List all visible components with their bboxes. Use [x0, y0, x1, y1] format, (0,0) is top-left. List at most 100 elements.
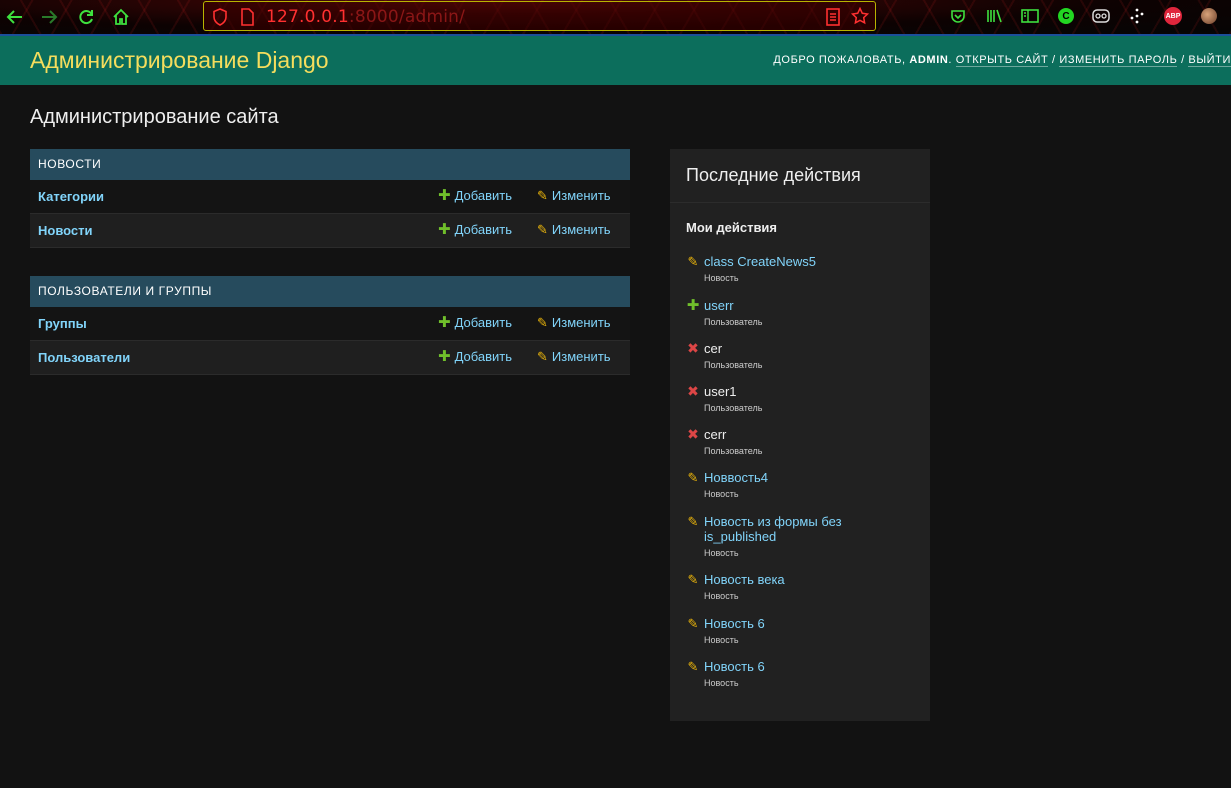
- action-content-type: Пользователь: [704, 403, 763, 413]
- separator: /: [1181, 54, 1185, 66]
- browser-toolbar: 127.0.0.1:8000/admin/ C ABP: [0, 0, 1231, 34]
- adblock-button[interactable]: ABP: [1163, 6, 1183, 26]
- change-label: Изменить: [551, 188, 611, 203]
- home-button[interactable]: [110, 6, 132, 28]
- model-link[interactable]: Новости: [38, 223, 93, 238]
- page-title: Администрирование сайта: [30, 106, 279, 128]
- action-content-type: Новость: [704, 273, 739, 283]
- action-object-link[interactable]: userr: [704, 298, 864, 313]
- shield-icon[interactable]: [212, 8, 228, 26]
- add-link[interactable]: ✚ Добавить: [438, 188, 512, 203]
- add-link[interactable]: ✚ Добавить: [438, 349, 512, 364]
- model-link[interactable]: Пользователи: [38, 350, 130, 365]
- profile-button[interactable]: [1199, 6, 1219, 26]
- change-link[interactable]: ✎ Изменить: [537, 222, 611, 237]
- module-caption[interactable]: Пользователи и группы: [30, 276, 630, 307]
- pencil-icon: ✎: [687, 572, 699, 587]
- delete-icon: ✖: [687, 340, 699, 356]
- reload-icon: [79, 10, 93, 25]
- mask-icon: [1092, 9, 1110, 23]
- address-bar[interactable]: 127.0.0.1:8000/admin/: [203, 1, 876, 31]
- action-object-link[interactable]: class CreateNews5: [704, 254, 864, 269]
- app-module-auth: Пользователи и группы Группы ✚ Добавить ✎…: [30, 276, 630, 375]
- change-label: Изменить: [551, 315, 611, 330]
- plus-icon: ✚: [438, 314, 451, 331]
- url-path: :8000/admin/: [348, 7, 466, 27]
- action-object-text: cerr: [704, 427, 727, 442]
- action-content-type: Новость: [704, 591, 739, 601]
- adblock-icon: ABP: [1164, 7, 1182, 25]
- pencil-icon: ✎: [687, 470, 699, 485]
- dots-extension-button[interactable]: [1127, 6, 1147, 26]
- pencil-icon: ✎: [537, 349, 548, 364]
- plus-icon: ✚: [438, 348, 451, 365]
- recent-actions-panel: Последние действия Мои действия ✎ class …: [670, 149, 930, 721]
- pencil-icon: ✎: [687, 254, 699, 269]
- change-label: Изменить: [551, 349, 611, 364]
- site-branding[interactable]: Администрирование Django: [30, 47, 329, 74]
- page-info-icon[interactable]: [240, 8, 254, 26]
- pencil-icon: ✎: [537, 222, 548, 237]
- forward-button[interactable]: [38, 6, 60, 28]
- dots-extension-icon: [1130, 8, 1144, 24]
- back-button[interactable]: [4, 6, 26, 28]
- action-object-text: cer: [704, 341, 723, 356]
- add-label: Добавить: [454, 315, 513, 330]
- action-content-type: Новость: [704, 489, 739, 499]
- bookmark-star-icon[interactable]: [851, 7, 869, 25]
- add-link[interactable]: ✚ Добавить: [438, 222, 512, 237]
- action-content-type: Пользователь: [704, 317, 763, 327]
- library-button[interactable]: [985, 6, 1005, 26]
- action-content-type: Новость: [704, 548, 739, 558]
- action-object-link[interactable]: Новость века: [704, 572, 864, 587]
- action-object-link[interactable]: Новость из формы без is_published: [704, 514, 854, 544]
- extension-c-icon: C: [1058, 8, 1074, 24]
- plus-icon: ✚: [438, 187, 451, 204]
- change-label: Изменить: [551, 222, 611, 237]
- home-icon: [113, 8, 129, 25]
- action-object-link[interactable]: Новость 6: [704, 659, 864, 674]
- model-link[interactable]: Категории: [38, 189, 104, 204]
- model-row: Пользователи ✚ Добавить ✎ Изменить: [30, 341, 630, 375]
- arrow-left-icon: [6, 10, 22, 24]
- change-password-link[interactable]: ИЗМЕНИТЬ ПАРОЛЬ: [1059, 54, 1178, 67]
- url-host: 127.0.0.1: [266, 7, 349, 27]
- pencil-icon: ✎: [687, 659, 699, 674]
- model-row: Группы ✚ Добавить ✎ Изменить: [30, 307, 630, 341]
- plus-icon: ✚: [438, 221, 451, 238]
- reload-button[interactable]: [75, 6, 97, 28]
- extension-c-button[interactable]: C: [1056, 6, 1076, 26]
- model-link[interactable]: Группы: [38, 316, 87, 331]
- change-link[interactable]: ✎ Изменить: [537, 315, 611, 330]
- module-caption[interactable]: Новости: [30, 149, 630, 180]
- library-icon: [987, 9, 1002, 23]
- action-content-type: Пользователь: [704, 446, 763, 456]
- reader-view-icon[interactable]: [826, 8, 840, 26]
- app-module-news: Новости Категории ✚ Добавить ✎ Изменить Но…: [30, 149, 630, 248]
- change-link[interactable]: ✎ Изменить: [537, 349, 611, 364]
- action-object-link[interactable]: Новость 6: [704, 616, 864, 631]
- welcome-text: ДОБРО ПОЖАЛОВАТЬ,: [773, 54, 906, 66]
- plus-icon: ✚: [686, 297, 700, 314]
- action-content-type: Новость: [704, 678, 739, 688]
- view-site-link[interactable]: ОТКРЫТЬ САЙТ: [955, 54, 1049, 67]
- pencil-icon: ✎: [537, 315, 548, 330]
- add-label: Добавить: [454, 222, 513, 237]
- action-object-link[interactable]: Новвость4: [704, 470, 864, 485]
- mask-extension-button[interactable]: [1091, 6, 1111, 26]
- action-content-type: Пользователь: [704, 360, 763, 370]
- divider: [670, 202, 930, 203]
- change-link[interactable]: ✎ Изменить: [537, 188, 611, 203]
- sidebar-button[interactable]: [1020, 6, 1040, 26]
- pencil-icon: ✎: [687, 616, 699, 631]
- add-label: Добавить: [454, 188, 513, 203]
- action-content-type: Новость: [704, 635, 739, 645]
- pocket-button[interactable]: [948, 6, 968, 26]
- logout-link[interactable]: ВЫЙТИ: [1188, 54, 1231, 67]
- delete-icon: ✖: [687, 426, 699, 442]
- model-row: Новости ✚ Добавить ✎ Изменить: [30, 214, 630, 248]
- my-actions-heading: Мои действия: [686, 220, 778, 235]
- add-link[interactable]: ✚ Добавить: [438, 315, 512, 330]
- pocket-icon: [951, 10, 965, 23]
- avatar: [1201, 8, 1217, 24]
